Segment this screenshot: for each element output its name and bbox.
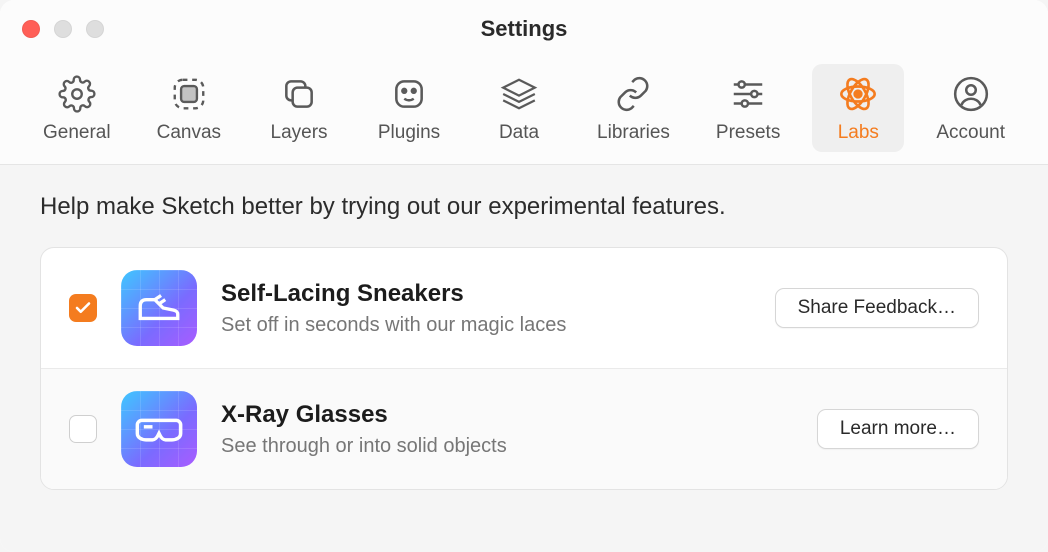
tab-account[interactable]: Account — [922, 64, 1019, 152]
sneaker-icon — [121, 270, 197, 346]
tab-canvas[interactable]: Canvas — [143, 64, 235, 152]
labs-icon — [836, 72, 880, 116]
tab-libraries[interactable]: Libraries — [583, 64, 684, 152]
features-list: Self-Lacing Sneakers Set off in seconds … — [40, 247, 1008, 490]
intro-text: Help make Sketch better by trying out ou… — [40, 193, 1008, 221]
feature-text: Self-Lacing Sneakers Set off in seconds … — [221, 280, 751, 337]
learn-more-button[interactable]: Learn more… — [817, 409, 979, 449]
gear-icon — [55, 72, 99, 116]
feature-row: X-Ray Glasses See through or into solid … — [41, 368, 1007, 489]
tab-layers[interactable]: Layers — [253, 64, 345, 152]
feature-title: Self-Lacing Sneakers — [221, 280, 751, 308]
tab-label: General — [43, 122, 111, 144]
tab-label: Libraries — [597, 122, 670, 144]
content-area: Help make Sketch better by trying out ou… — [0, 165, 1048, 552]
settings-window: Settings General Canvas Layers Plugins — [0, 0, 1048, 552]
libraries-icon — [611, 72, 655, 116]
close-window-button[interactable] — [22, 20, 40, 38]
tab-label: Presets — [716, 122, 780, 144]
tab-data[interactable]: Data — [473, 64, 565, 152]
feature-checkbox[interactable] — [69, 294, 97, 322]
feature-text: X-Ray Glasses See through or into solid … — [221, 401, 793, 458]
tab-label: Layers — [271, 122, 328, 144]
feature-title: X-Ray Glasses — [221, 401, 793, 429]
glasses-icon — [121, 391, 197, 467]
layers-icon — [277, 72, 321, 116]
tab-presets[interactable]: Presets — [702, 64, 794, 152]
settings-toolbar: General Canvas Layers Plugins Data — [0, 58, 1048, 165]
tab-general[interactable]: General — [29, 64, 125, 152]
tab-label: Account — [936, 122, 1005, 144]
tab-labs[interactable]: Labs — [812, 64, 904, 152]
tab-label: Plugins — [378, 122, 440, 144]
presets-icon — [726, 72, 770, 116]
feature-description: See through or into solid objects — [221, 435, 793, 458]
tab-label: Canvas — [157, 122, 221, 144]
window-title: Settings — [22, 16, 1026, 42]
tab-label: Labs — [838, 122, 879, 144]
data-icon — [497, 72, 541, 116]
traffic-lights — [22, 20, 104, 38]
minimize-window-button[interactable] — [54, 20, 72, 38]
tab-label: Data — [499, 122, 539, 144]
tab-plugins[interactable]: Plugins — [363, 64, 455, 152]
canvas-icon — [167, 72, 211, 116]
feature-row: Self-Lacing Sneakers Set off in seconds … — [41, 248, 1007, 368]
titlebar: Settings — [0, 0, 1048, 58]
feature-description: Set off in seconds with our magic laces — [221, 314, 751, 337]
share-feedback-button[interactable]: Share Feedback… — [775, 288, 979, 328]
plugins-icon — [387, 72, 431, 116]
feature-checkbox[interactable] — [69, 415, 97, 443]
zoom-window-button[interactable] — [86, 20, 104, 38]
account-icon — [949, 72, 993, 116]
